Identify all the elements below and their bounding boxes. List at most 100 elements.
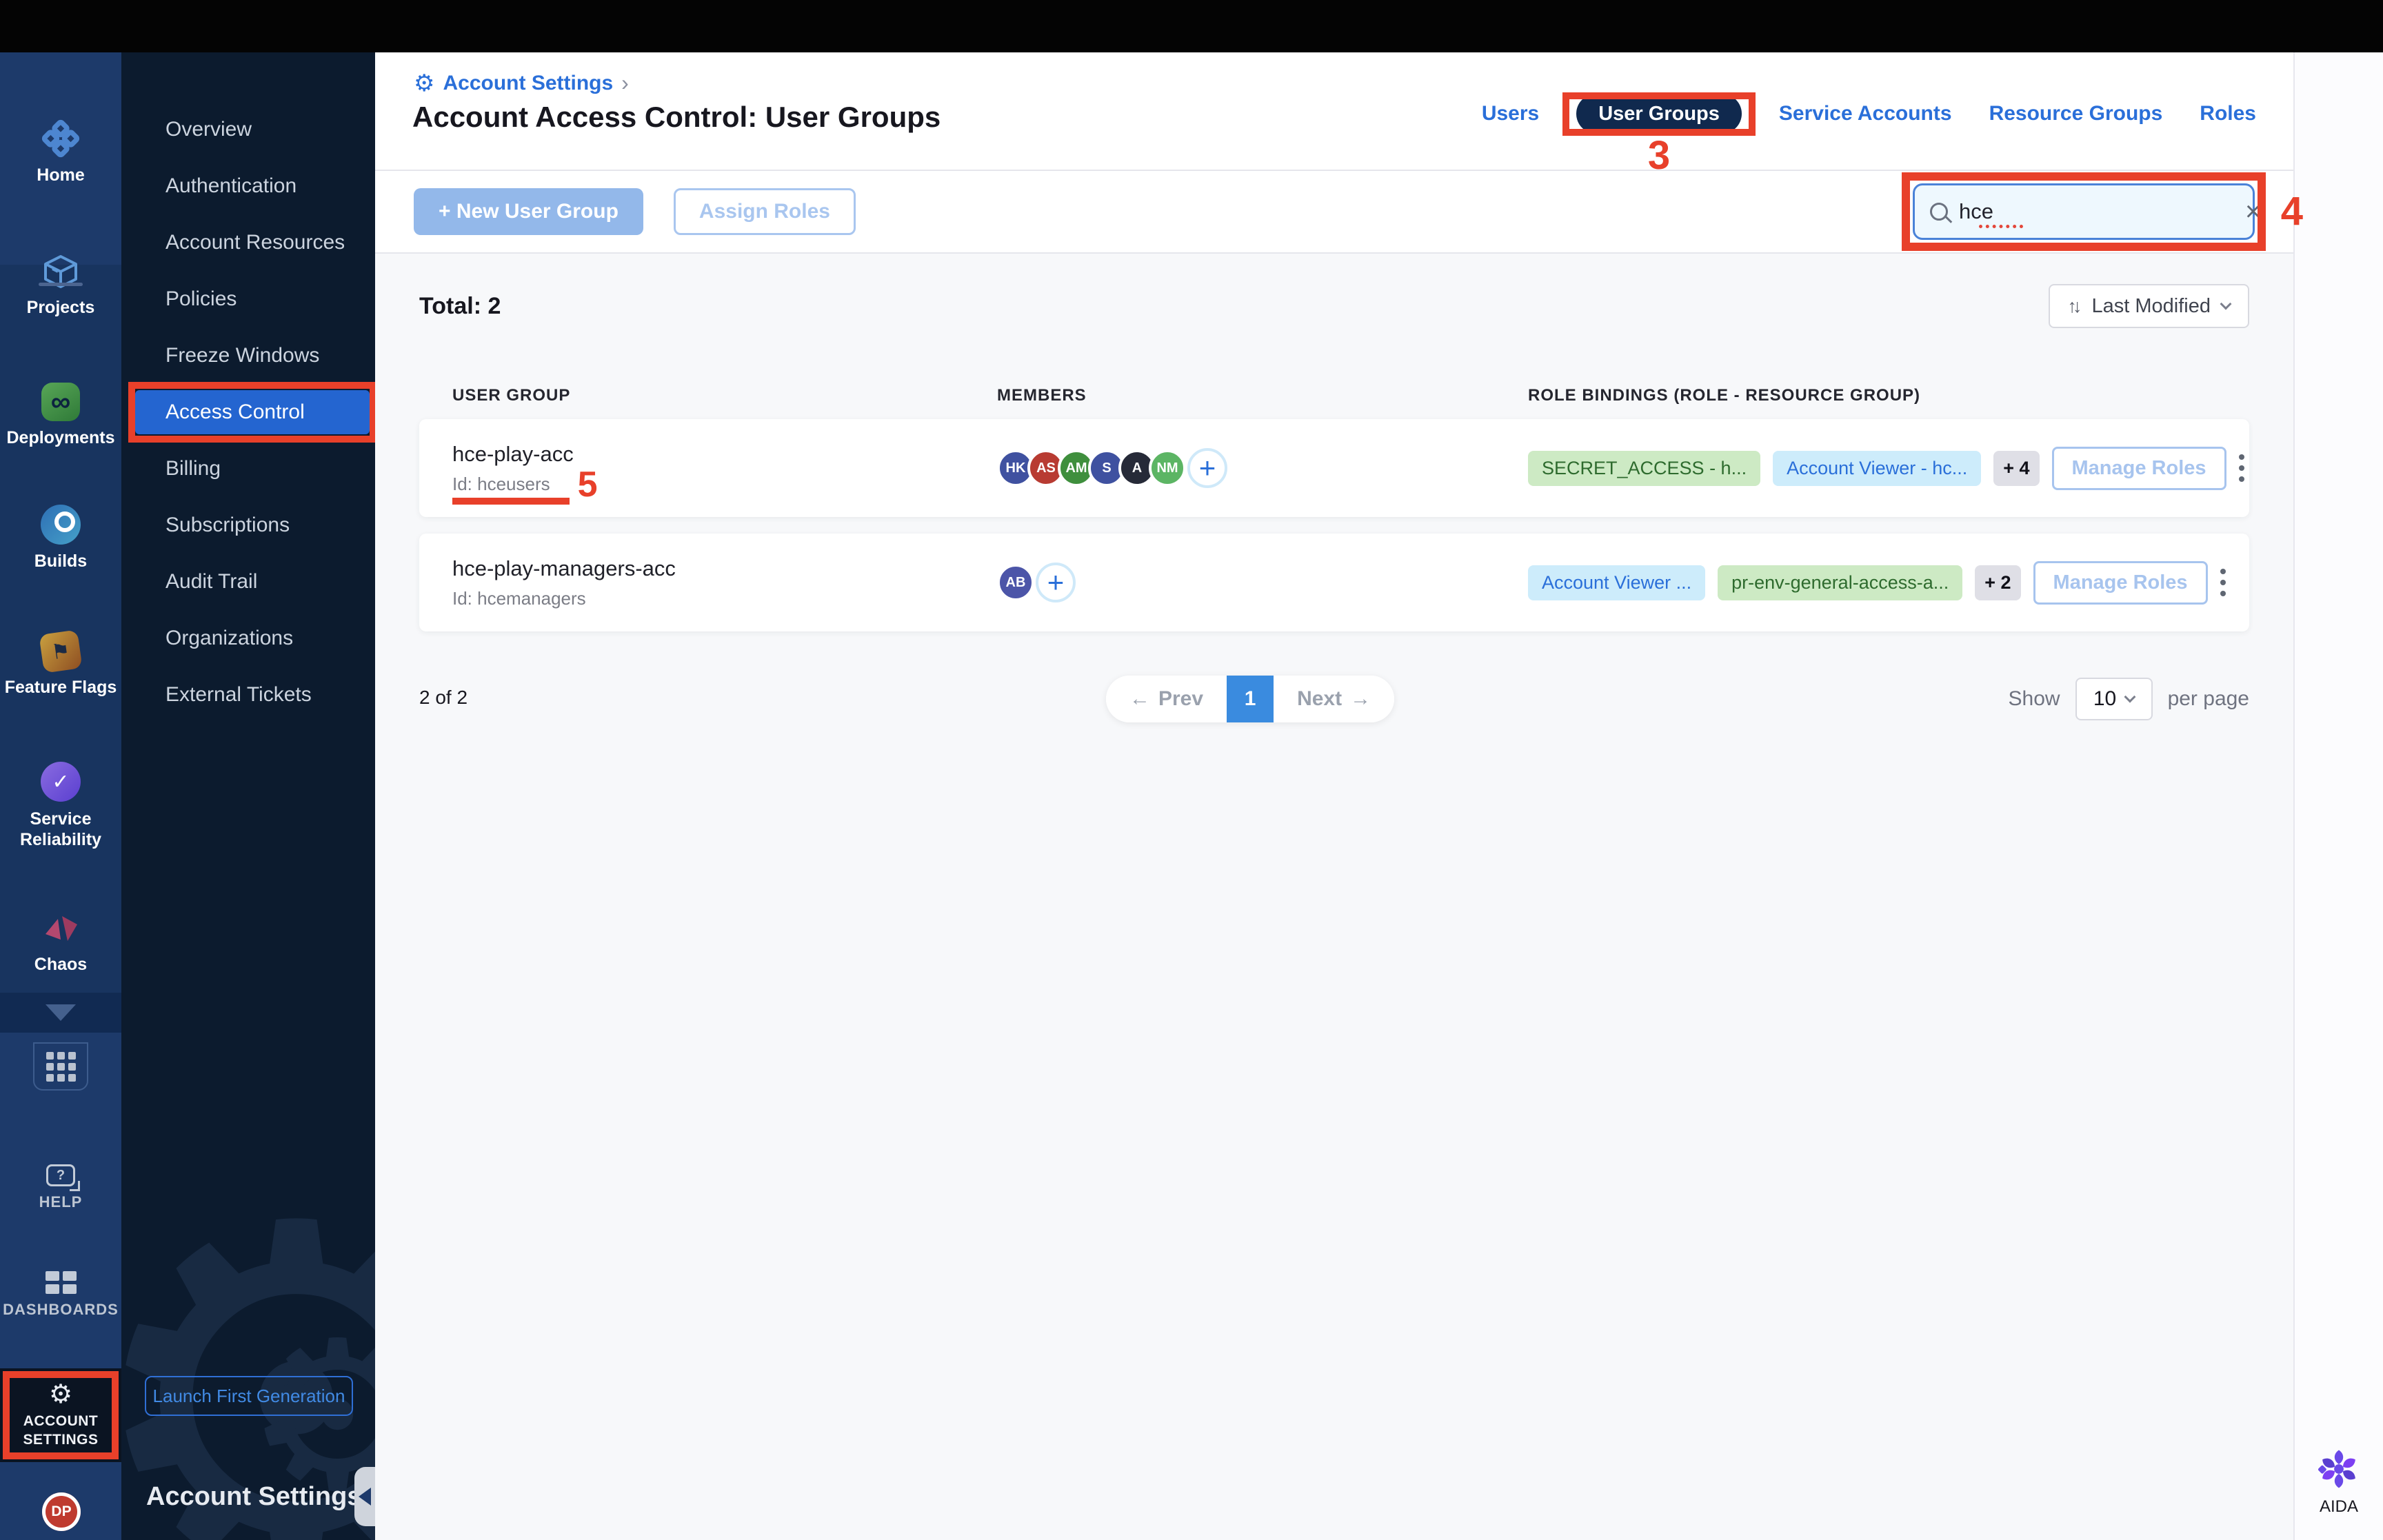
- user-avatar[interactable]: DP: [42, 1492, 81, 1531]
- rail-label: Builds: [34, 551, 88, 571]
- member-avatar[interactable]: AB: [997, 564, 1034, 601]
- sidebar-item-audit-trail[interactable]: Audit Trail: [135, 560, 370, 604]
- column-role-bindings: ROLE BINDINGS (ROLE - RESOURCE GROUP): [1528, 386, 1921, 405]
- sidebar-item-access-control[interactable]: Access Control 2: [128, 382, 375, 443]
- sidebar-item-freeze-windows[interactable]: Freeze Windows: [135, 334, 370, 378]
- sidebar-item-feature-flags[interactable]: ⚑ Feature Flags: [0, 629, 121, 698]
- sort-arrows-icon: ↑↓: [2067, 295, 2082, 316]
- sidebar-item-overview[interactable]: Overview: [135, 108, 370, 152]
- role-binding-chip[interactable]: Account Viewer - hc...: [1773, 450, 1982, 486]
- manage-roles-button[interactable]: Manage Roles: [2051, 446, 2226, 490]
- rail-label: DASHBOARDS: [3, 1301, 119, 1318]
- prev-page-button[interactable]: ← Prev: [1106, 676, 1227, 722]
- rail-label: HELP: [39, 1193, 83, 1210]
- rail-collapse-button[interactable]: [0, 993, 121, 1033]
- breadcrumb-link[interactable]: Account Settings: [443, 72, 613, 95]
- sidebar-item-authentication[interactable]: Authentication: [135, 164, 370, 208]
- tab-users[interactable]: Users: [1482, 102, 1539, 125]
- group-id: Id: hcemanagers: [452, 587, 586, 609]
- module-selector-button[interactable]: [33, 1042, 88, 1091]
- system-menubar: [0, 0, 2383, 52]
- sidebar-item-deployments[interactable]: ∞ Deployments: [0, 383, 121, 448]
- role-bindings-cell: Account Viewer ... pr-env-general-access…: [1528, 560, 2233, 605]
- sidebar-item-label: Access Control: [165, 401, 305, 423]
- sidebar-item-service-reliability[interactable]: ✓ Service Reliability: [0, 762, 121, 850]
- assign-roles-button[interactable]: Assign Roles: [673, 188, 856, 235]
- role-bindings-cell: SECRET_ACCESS - h... Account Viewer - hc…: [1528, 446, 2251, 490]
- sidebar-item-policies[interactable]: Policies: [135, 277, 370, 321]
- current-page-button[interactable]: 1: [1227, 676, 1274, 722]
- breadcrumb-separator: ›: [621, 70, 629, 95]
- help-chat-icon: ?: [46, 1164, 80, 1191]
- page-size-select[interactable]: 10: [2075, 678, 2153, 720]
- sidebar-item-help[interactable]: ? HELP: [0, 1164, 121, 1211]
- more-bindings-badge[interactable]: + 4: [1993, 450, 2040, 486]
- sidebar-item-dashboards[interactable]: DASHBOARDS: [0, 1271, 121, 1319]
- tab-service-accounts[interactable]: Service Accounts: [1779, 102, 1952, 125]
- table-header-row: USER GROUP MEMBERS ROLE BINDINGS (ROLE -…: [419, 386, 2249, 405]
- tab-roles[interactable]: Roles: [2200, 102, 2256, 125]
- chaos-icon: [46, 916, 77, 941]
- search-input[interactable]: [1959, 199, 2234, 224]
- sidebar-item-billing[interactable]: Billing: [135, 447, 370, 491]
- sidebar-item-chaos[interactable]: Chaos: [0, 909, 121, 975]
- sidebar-item-external-tickets[interactable]: External Tickets: [135, 673, 370, 717]
- main-content: ⚙ Account Settings › Account Access Cont…: [375, 52, 2303, 1540]
- sidebar-item-builds[interactable]: Builds: [0, 505, 121, 571]
- sidebar-item-organizations[interactable]: Organizations: [135, 616, 370, 660]
- group-name-cell: hce-play-managers-acc Id: hcemanagers: [452, 556, 997, 609]
- row-menu-icon[interactable]: [2238, 454, 2244, 482]
- rail-label: Chaos: [34, 955, 88, 974]
- toolbar: + New User Group Assign Roles × 4: [375, 171, 2303, 254]
- avatar-initials: DP: [51, 1503, 72, 1519]
- rail-label: Feature Flags: [4, 678, 117, 697]
- more-bindings-badge[interactable]: + 2: [1975, 565, 2021, 600]
- page-size-value: 10: [2093, 687, 2117, 710]
- app-window: Home Projects ∞ Deployments Builds ⚑ Fea…: [0, 0, 2383, 1540]
- member-avatar[interactable]: NM: [1149, 449, 1186, 487]
- row-menu-icon[interactable]: [2220, 569, 2226, 596]
- rail-divider: [39, 283, 83, 286]
- aida-assistant[interactable]: AIDA: [2295, 1446, 2383, 1517]
- page-count: 2 of 2: [419, 687, 468, 708]
- sidebar-item-subscriptions[interactable]: Subscriptions: [135, 503, 370, 547]
- tab-user-groups[interactable]: User Groups: [1576, 93, 1742, 134]
- annotation-number-3: 3: [1647, 132, 1671, 178]
- search-box: ×: [1913, 183, 2261, 240]
- new-user-group-button[interactable]: + New User Group: [414, 188, 643, 235]
- table-row[interactable]: hce-play-managers-acc Id: hcemanagers AB…: [419, 534, 2249, 631]
- manage-roles-button[interactable]: Manage Roles: [2033, 560, 2208, 605]
- sidebar-collapse-button[interactable]: [354, 1467, 375, 1526]
- rail-modules-section: [0, 265, 121, 993]
- page-header: ⚙ Account Settings › Account Access Cont…: [375, 52, 2293, 175]
- role-binding-chip[interactable]: SECRET_ACCESS - h...: [1528, 450, 1761, 486]
- account-settings-sidebar: ⚙ ⚙ Overview Authentication Account Reso…: [121, 52, 375, 1540]
- add-member-button[interactable]: +: [1036, 563, 1076, 602]
- role-binding-chip[interactable]: Account Viewer ...: [1528, 565, 1706, 600]
- sidebar-item-home[interactable]: Home: [0, 119, 121, 185]
- sidebar-item-account-settings[interactable]: ⚙ ACCOUNT SETTINGS 1: [0, 1368, 121, 1462]
- sort-dropdown[interactable]: ↑↓ Last Modified: [2048, 284, 2249, 328]
- arrow-left-icon: ←: [1129, 687, 1150, 710]
- clear-search-icon[interactable]: ×: [2245, 198, 2261, 225]
- chevron-down-icon: [46, 1004, 76, 1021]
- page-title: Account Access Control: User Groups: [412, 101, 941, 133]
- prev-label: Prev: [1158, 687, 1204, 710]
- module-grid-icon: [46, 1051, 76, 1082]
- add-member-button[interactable]: +: [1187, 448, 1227, 488]
- launch-first-generation-button[interactable]: Launch First Generation: [145, 1376, 353, 1416]
- feature-flags-icon: ⚑: [39, 629, 83, 673]
- group-name: hce-play-managers-acc: [452, 556, 676, 580]
- rail-label: Deployments: [6, 428, 115, 447]
- dashboards-icon: [45, 1271, 77, 1294]
- table-row[interactable]: hce-play-acc Id: hceusers 5 HK AS AM S A…: [419, 419, 2249, 517]
- role-binding-chip[interactable]: pr-env-general-access-a...: [1718, 565, 1963, 600]
- column-members: MEMBERS: [997, 386, 1087, 405]
- sidebar-item-account-resources[interactable]: Account Resources: [135, 221, 370, 265]
- breadcrumb: ⚙ Account Settings ›: [414, 70, 629, 96]
- next-page-button[interactable]: Next →: [1274, 676, 1395, 722]
- annotation-number-5: 5: [577, 464, 598, 505]
- tab-resource-groups[interactable]: Resource Groups: [1989, 102, 2163, 125]
- next-label: Next: [1297, 687, 1343, 710]
- aida-icon: [2317, 1450, 2355, 1488]
